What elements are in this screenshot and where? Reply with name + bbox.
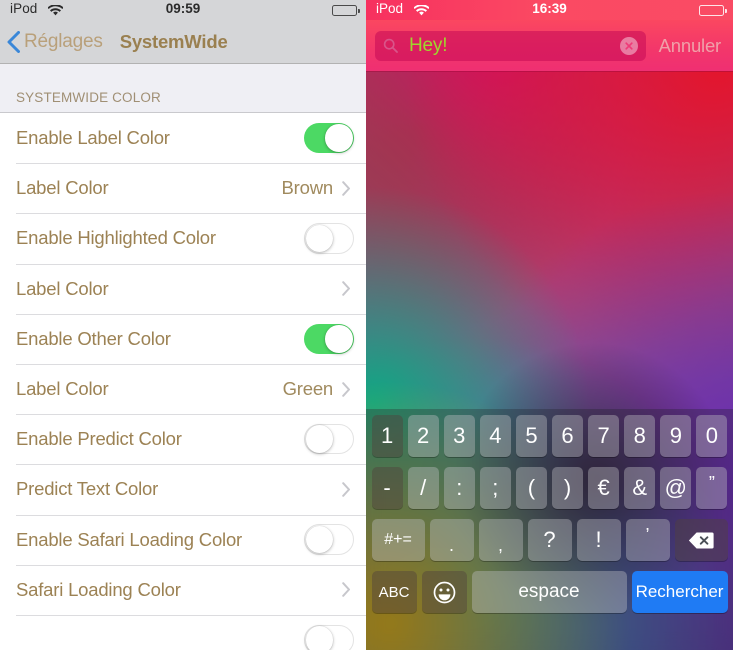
right-panel-search: iPod 16:39 Hey! Annuler 1 2 3 4 5 6 7 8 …: [366, 0, 733, 650]
key-9[interactable]: 9: [660, 415, 692, 457]
on-screen-keyboard: 1 2 3 4 5 6 7 8 9 0 - / : ; ( ) € & @ ” …: [366, 409, 733, 650]
keyboard-row-punctuation: #+= . , ? ! ’: [369, 519, 730, 561]
key-at[interactable]: @: [660, 467, 692, 509]
table-row[interactable]: Label Color Brown: [0, 163, 366, 214]
toggle-switch[interactable]: [304, 423, 354, 455]
settings-list: Enable Label Color Label Color Brown Ena…: [0, 112, 366, 650]
table-row[interactable]: Safari Loading Color: [0, 564, 366, 615]
key-apostrophe[interactable]: ’: [625, 519, 670, 561]
chevron-right-icon: [342, 582, 351, 598]
key-hyphen[interactable]: -: [371, 467, 403, 509]
chevron-right-icon: [342, 482, 351, 497]
table-row[interactable]: Label Color: [0, 263, 366, 314]
key-euro[interactable]: €: [588, 467, 620, 509]
row-value: Brown: [281, 177, 334, 199]
row-label: Enable Highlighted Color: [16, 227, 216, 249]
key-3[interactable]: 3: [443, 415, 475, 457]
table-row[interactable]: Enable Predict Color: [0, 414, 366, 465]
row-label: Enable Label Color: [16, 127, 170, 149]
toggle-switch[interactable]: [304, 624, 354, 650]
key-abc[interactable]: ABC: [371, 571, 417, 613]
key-search-go[interactable]: Rechercher: [631, 571, 728, 613]
row-label: Enable Other Color: [16, 327, 171, 349]
toggle-switch[interactable]: [304, 323, 354, 355]
key-colon[interactable]: :: [443, 467, 475, 509]
row-label: Enable Predict Color: [16, 428, 182, 450]
key-comma[interactable]: ,: [478, 519, 523, 561]
clock-label: 09:59: [165, 1, 201, 16]
key-question[interactable]: ?: [527, 519, 572, 561]
chevron-right-icon: [342, 180, 351, 196]
toggle-switch[interactable]: [304, 223, 354, 254]
table-row[interactable]: [0, 614, 366, 650]
key-1[interactable]: 1: [371, 415, 403, 457]
table-row[interactable]: Predict Text Color: [0, 464, 366, 515]
table-row[interactable]: Label Color Green: [0, 363, 366, 415]
key-7[interactable]: 7: [588, 415, 620, 457]
search-icon: [383, 38, 398, 53]
row-label: Safari Loading Color: [16, 578, 181, 600]
left-status-bar: iPod 09:59: [0, 0, 366, 20]
table-row[interactable]: Enable Safari Loading Color: [0, 514, 366, 565]
search-input[interactable]: Hey!: [375, 30, 646, 61]
row-label: Label Color: [16, 378, 109, 400]
key-ampersand[interactable]: &: [624, 467, 656, 509]
key-semicolon[interactable]: ;: [479, 467, 511, 509]
clock-label: 16:39: [532, 1, 567, 16]
table-row[interactable]: Enable Label Color: [0, 113, 366, 164]
search-results-area: [366, 71, 733, 409]
table-row[interactable]: Enable Other Color: [0, 313, 366, 364]
right-status-bar: iPod 16:39: [366, 0, 733, 20]
toggle-switch[interactable]: [304, 122, 354, 154]
search-query-text: Hey!: [409, 34, 448, 56]
page-title: SystemWide: [119, 30, 228, 52]
clear-circle-icon[interactable]: [619, 36, 638, 55]
key-space[interactable]: espace: [471, 571, 627, 613]
row-label: Enable Safari Loading Color: [16, 528, 243, 550]
search-bar: Hey! Annuler: [366, 20, 733, 71]
key-period[interactable]: .: [429, 519, 474, 561]
row-value: Green: [282, 378, 334, 400]
key-0[interactable]: 0: [696, 415, 728, 457]
keyboard-row-numbers: 1 2 3 4 5 6 7 8 9 0: [369, 415, 730, 457]
key-paren-close[interactable]: ): [552, 467, 584, 509]
toggle-switch[interactable]: [304, 524, 354, 555]
key-symbols-shift[interactable]: #+=: [371, 519, 425, 561]
navigation-bar: Réglages SystemWide: [0, 20, 366, 64]
chevron-right-icon: [342, 381, 351, 397]
chevron-left-icon[interactable]: [7, 30, 20, 53]
battery-icon: [332, 5, 360, 16]
key-slash[interactable]: /: [407, 467, 439, 509]
battery-icon: [699, 5, 727, 16]
dual-screenshot: iPod 09:59 Réglages SystemWide SYSTEMWID…: [0, 0, 733, 650]
keyboard-row-symbols: - / : ; ( ) € & @ ”: [369, 467, 730, 509]
left-panel-settings: iPod 09:59 Réglages SystemWide SYSTEMWID…: [0, 0, 366, 650]
backspace-icon[interactable]: [674, 519, 728, 561]
section-header: SYSTEMWIDE COLOR: [0, 64, 366, 112]
key-2[interactable]: 2: [407, 415, 439, 457]
row-label: Label Color: [16, 277, 109, 299]
emoji-smiley-icon[interactable]: [421, 571, 467, 613]
table-row[interactable]: Enable Highlighted Color: [0, 213, 366, 264]
key-4[interactable]: 4: [479, 415, 511, 457]
key-exclamation[interactable]: !: [576, 519, 621, 561]
cancel-button[interactable]: Annuler: [659, 35, 722, 57]
key-8[interactable]: 8: [624, 415, 656, 457]
row-label: Label Color: [16, 177, 109, 199]
keyboard-row-bottom: ABC espace Rechercher: [369, 571, 730, 613]
row-label: Predict Text Color: [16, 478, 159, 500]
key-paren-open[interactable]: (: [515, 467, 547, 509]
back-button-label[interactable]: Réglages: [24, 31, 103, 53]
key-5[interactable]: 5: [515, 415, 547, 457]
key-6[interactable]: 6: [552, 415, 584, 457]
key-quote[interactable]: ”: [696, 467, 728, 509]
chevron-right-icon: [342, 281, 351, 296]
settings-body: SYSTEMWIDE COLOR Enable Label Color Labe…: [0, 64, 366, 650]
